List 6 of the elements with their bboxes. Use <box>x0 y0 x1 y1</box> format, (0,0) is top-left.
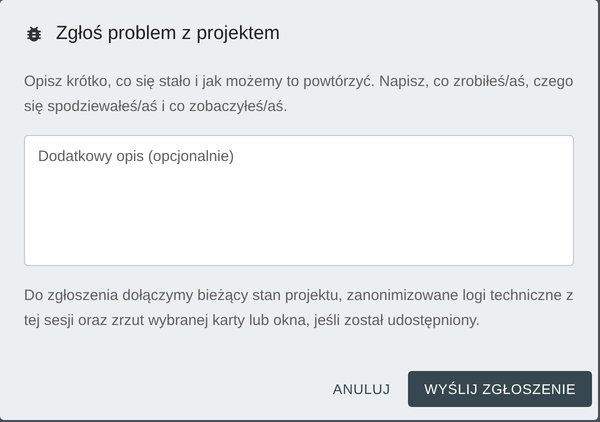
notice-text: Do zgłoszenia dołączymy bieżący stan projektu, zanonimizowane logi techniczne z tej sesji oraz zrzut wybranej karty lub okna, jeśli został udostępniony. <box>24 286 574 330</box>
intro-text: Opisz krótko, co się stało i jak możemy to powtórzyć. Napisz, co zrobiłeś/aś, czego się spodziewałeś/aś i co zobaczyłeś/aś. <box>24 72 574 116</box>
description-field[interactable]: Dodatkowy opis (opcjonalnie) <box>24 134 574 266</box>
cancel-button[interactable]: ANULUJ <box>320 371 402 407</box>
dialog-title: Zgłoś problem z projektem <box>56 22 280 46</box>
submit-button[interactable]: WYŚLIJ ZGŁOSZENIE <box>408 371 592 407</box>
